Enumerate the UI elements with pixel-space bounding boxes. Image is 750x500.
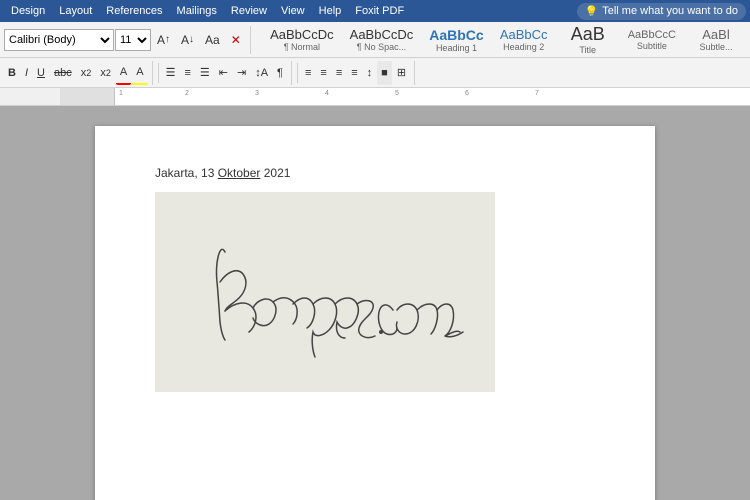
ruler-tick-6: 6 [465, 90, 469, 97]
tell-me-text: Tell me what you want to do [602, 5, 738, 17]
style-more-preview: AaBl [702, 27, 729, 42]
style-heading1[interactable]: AaBbCc Heading 1 [423, 25, 489, 55]
line-spacing-button[interactable]: ↕ [363, 61, 377, 85]
ruler-tick-5: 5 [395, 90, 399, 97]
date-underline: Oktober [218, 166, 261, 180]
style-heading1-preview: AaBbCc [429, 27, 483, 43]
sort-button[interactable]: ↕A [251, 61, 272, 85]
numbering-button[interactable]: ≡ [180, 61, 194, 85]
date-year: 2021 [260, 166, 290, 180]
style-no-spacing[interactable]: AaBbCcDc ¶ No Spac... [344, 25, 420, 54]
document-date: Jakarta, 13 Oktober 2021 [155, 166, 595, 180]
separator1 [158, 63, 159, 83]
menu-bar: Design Layout References Mailings Review… [0, 0, 750, 22]
style-heading2-label: Heading 2 [503, 42, 544, 52]
style-title-preview: AaB [571, 24, 605, 45]
format-bar: B I U abc x2 x2 A A ☰ ≡ ☰ ⇤ ⇥ ↕A ¶ ≡ ≡ ≡… [0, 58, 750, 88]
ruler-tick-4: 4 [325, 90, 329, 97]
menu-mailings[interactable]: Mailings [170, 3, 224, 19]
ruler: 1 2 3 4 5 6 7 [0, 88, 750, 106]
style-heading1-label: Heading 1 [436, 43, 477, 53]
style-heading2[interactable]: AaBbCc Heading 2 [494, 25, 554, 54]
ruler-tick-7: 7 [535, 90, 539, 97]
menu-review[interactable]: Review [224, 3, 274, 19]
menu-design[interactable]: Design [4, 3, 52, 19]
style-more-label: Subtle... [699, 42, 732, 52]
subscript-button[interactable]: x2 [77, 61, 96, 85]
date-text-before: Jakarta, 13 [155, 166, 218, 180]
align-center-button[interactable]: ≡ [316, 61, 330, 85]
align-right-button[interactable]: ≡ [332, 61, 346, 85]
toolbar-row1: Calibri (Body) 11 A↑ A↓ Aa ✕ AaBbCcDc ¶ … [0, 22, 750, 58]
ruler-tick-3: 3 [255, 90, 259, 97]
case-button[interactable]: Aa [200, 26, 225, 54]
style-no-spacing-label: ¶ No Spac... [357, 42, 406, 52]
underline-button[interactable]: U [33, 61, 49, 85]
page: Jakarta, 13 Oktober 2021 [95, 126, 655, 500]
menu-layout[interactable]: Layout [52, 3, 99, 19]
ruler-tick-1: 1 [119, 90, 123, 97]
signature-image [155, 192, 495, 392]
style-normal[interactable]: AaBbCcDc ¶ Normal [264, 25, 340, 54]
style-subtitle[interactable]: AaBbCcC Subtitle [622, 27, 682, 53]
ruler-inner: 1 2 3 4 5 6 7 [115, 88, 750, 105]
lightbulb-icon: 💡 [585, 5, 599, 18]
font-size-select[interactable]: 11 [115, 29, 151, 51]
style-subtitle-label: Subtitle [637, 41, 667, 51]
style-normal-label: ¶ Normal [284, 42, 320, 52]
menu-foxit[interactable]: Foxit PDF [348, 3, 411, 19]
style-subtitle-preview: AaBbCcC [628, 29, 676, 41]
document-area: Jakarta, 13 Oktober 2021 [0, 106, 750, 500]
decrease-indent-button[interactable]: ⇤ [215, 61, 232, 85]
align-group: ≡ ≡ ≡ ≡ ↕ ■ ⊞ [301, 61, 415, 85]
style-no-spacing-preview: AaBbCcDc [350, 27, 414, 42]
text-format-group: B I U abc x2 x2 A A [4, 61, 153, 85]
font-family-select[interactable]: Calibri (Body) [4, 29, 114, 51]
bold-button[interactable]: B [4, 61, 20, 85]
menu-references[interactable]: References [99, 3, 169, 19]
increase-indent-button[interactable]: ⇥ [233, 61, 250, 85]
italic-button[interactable]: I [21, 61, 32, 85]
signature-svg [185, 212, 465, 372]
font-group: Calibri (Body) 11 A↑ A↓ Aa ✕ [4, 26, 251, 54]
paragraph-group: ☰ ≡ ☰ ⇤ ⇥ ↕A ¶ [162, 61, 292, 85]
styles-section: AaBbCcDc ¶ Normal AaBbCcDc ¶ No Spac... … [264, 22, 746, 57]
menu-view[interactable]: View [274, 3, 312, 19]
font-color-button[interactable]: A [116, 61, 131, 85]
grow-font-button[interactable]: A↑ [152, 26, 175, 54]
multilevel-button[interactable]: ☰ [196, 61, 214, 85]
show-marks-button[interactable]: ¶ [273, 61, 287, 85]
superscript-button[interactable]: x2 [96, 61, 115, 85]
bullets-button[interactable]: ☰ [162, 61, 180, 85]
shrink-font-button[interactable]: A↓ [176, 26, 199, 54]
separator2 [297, 63, 298, 83]
ruler-tick-2: 2 [185, 90, 189, 97]
style-title-label: Title [579, 45, 596, 55]
borders-button[interactable]: ⊞ [393, 61, 410, 85]
text-highlight-button[interactable]: A [132, 61, 147, 85]
justify-button[interactable]: ≡ [347, 61, 361, 85]
align-left-button[interactable]: ≡ [301, 61, 315, 85]
style-title[interactable]: AaB Title [558, 22, 618, 57]
strikethrough-button[interactable]: abc [50, 61, 76, 85]
clear-format-button[interactable]: ✕ [226, 26, 246, 54]
ruler-left-margin [60, 88, 115, 105]
style-more[interactable]: AaBl Subtle... [686, 25, 746, 54]
style-normal-preview: AaBbCcDc [270, 27, 334, 42]
style-heading2-preview: AaBbCc [500, 27, 548, 42]
menu-help[interactable]: Help [312, 3, 349, 19]
shading-button[interactable]: ■ [377, 61, 392, 85]
tell-me-box[interactable]: 💡 Tell me what you want to do [577, 3, 746, 20]
